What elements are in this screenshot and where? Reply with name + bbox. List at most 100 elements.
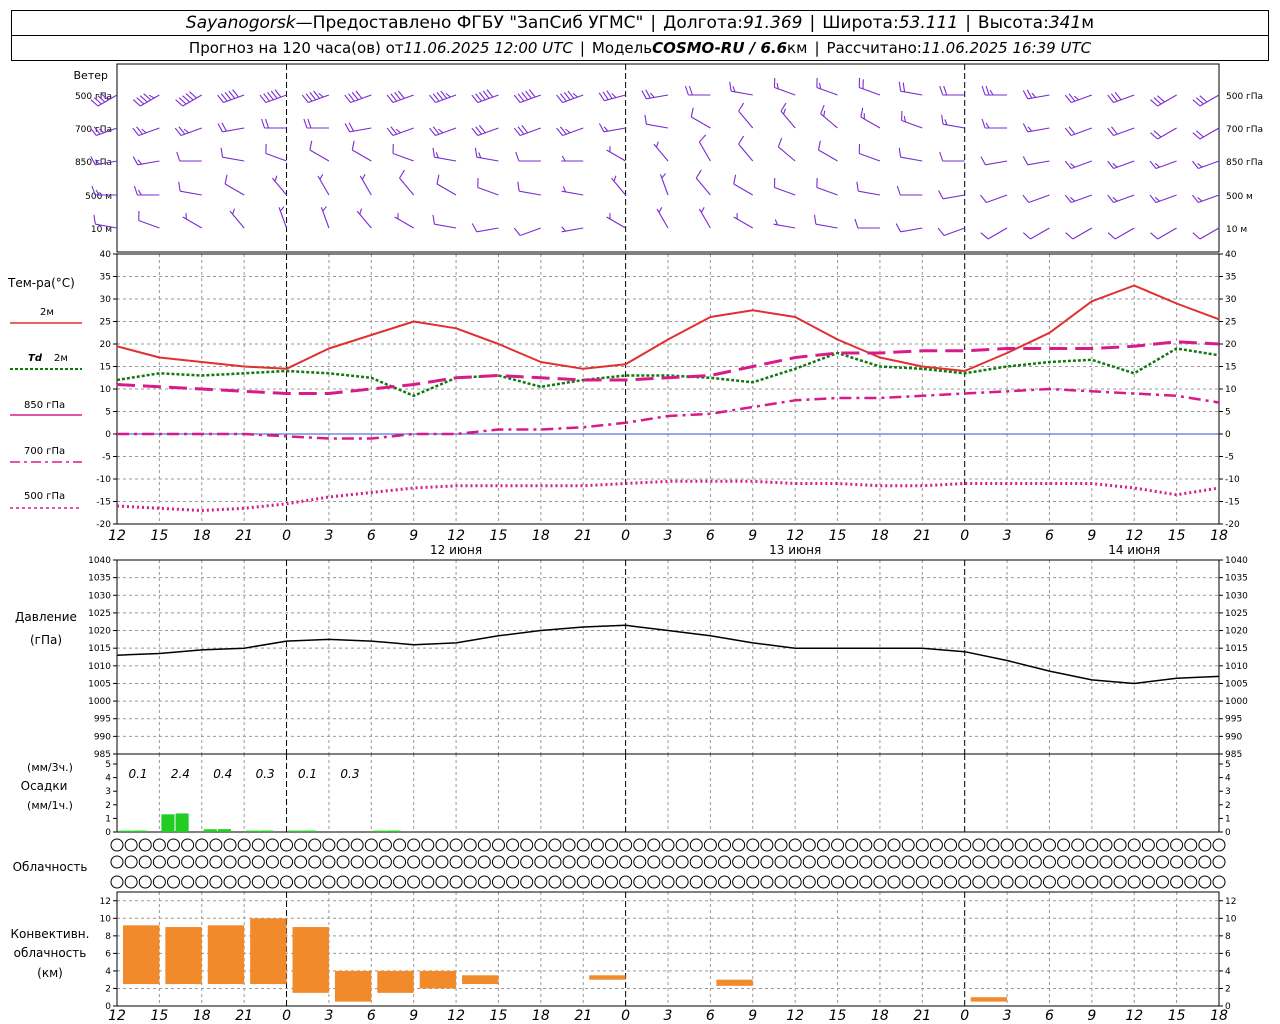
cloud-cover-symbol bbox=[1127, 838, 1141, 852]
conv-hour-label: 9 bbox=[1087, 1008, 1096, 1024]
wind-barb bbox=[182, 213, 203, 229]
cloud-cover-symbol bbox=[223, 838, 237, 852]
cloud-cover-symbol bbox=[209, 838, 223, 852]
conv-hour-label: 18 bbox=[532, 1008, 550, 1024]
cloud-cover-symbol bbox=[1042, 855, 1056, 869]
conv-bar bbox=[419, 970, 457, 989]
wind-barb bbox=[733, 213, 754, 229]
cloud-cover-symbol bbox=[463, 875, 477, 889]
wind-barb bbox=[981, 118, 1008, 129]
wind-barb bbox=[229, 208, 245, 229]
cloud-cover-symbol bbox=[336, 855, 350, 869]
cloud-cover-symbol bbox=[265, 875, 279, 889]
cloud-cover-symbol bbox=[859, 875, 873, 889]
cloud-cover-symbol bbox=[435, 838, 449, 852]
wind-barb bbox=[138, 210, 160, 229]
wind-level-label-right: 10 м bbox=[1226, 225, 1247, 235]
wind-barb bbox=[477, 177, 499, 196]
wind-barb bbox=[606, 146, 626, 162]
wind-barb bbox=[278, 206, 288, 229]
cloud-cover-symbol bbox=[986, 875, 1000, 889]
temp-tick-label-left: 25 bbox=[100, 318, 111, 328]
wind-barb bbox=[1064, 194, 1093, 204]
cloud-cover-symbol bbox=[477, 875, 491, 889]
wind-barb bbox=[1022, 227, 1050, 240]
wind-barb bbox=[729, 81, 753, 96]
cloud-cover-symbol bbox=[788, 875, 802, 889]
cloud-cover-symbol bbox=[604, 838, 618, 852]
cloud-cover-symbol bbox=[915, 875, 929, 889]
cloud-cover-symbol bbox=[831, 838, 845, 852]
wind-barb bbox=[317, 174, 330, 196]
cloud-cover-symbol bbox=[209, 855, 223, 869]
cloud-cover-symbol bbox=[463, 838, 477, 852]
temp-hour-label: 18 bbox=[1210, 528, 1228, 544]
wind-barb bbox=[980, 227, 1008, 240]
cloud-cover-symbol bbox=[845, 875, 859, 889]
legend-td-prefix: Td bbox=[28, 353, 43, 364]
cloud-cover-symbol bbox=[1000, 855, 1014, 869]
cloud-cover-symbol bbox=[972, 838, 986, 852]
pressure-tick-label-right: 1025 bbox=[1225, 609, 1248, 619]
cloud-cover-symbol bbox=[167, 838, 181, 852]
conv-tick-label-right: 6 bbox=[1225, 949, 1231, 959]
cloud-cover-symbol bbox=[181, 875, 195, 889]
cloud-cover-symbol bbox=[732, 855, 746, 869]
wind-barb bbox=[738, 135, 754, 162]
cloud-cover-symbol bbox=[845, 855, 859, 869]
cloud-cover-symbol bbox=[364, 855, 378, 869]
temp-tick-label-left: 5 bbox=[105, 408, 111, 418]
cloud-cover-symbol bbox=[1057, 855, 1071, 869]
pressure-tick-label-left: 995 bbox=[94, 715, 111, 725]
cloud-cover-symbol bbox=[1099, 838, 1113, 852]
cloud-cover-symbol bbox=[364, 875, 378, 889]
conv-tick-label-right: 10 bbox=[1225, 914, 1237, 924]
wind-barb bbox=[860, 107, 881, 129]
precip-title-top: (мм/3ч.) bbox=[27, 761, 73, 774]
cloud-cover-symbol bbox=[1113, 838, 1127, 852]
cloud-cover-symbol bbox=[901, 855, 915, 869]
temp-hour-label: 18 bbox=[193, 528, 211, 544]
cloud-cover-symbol bbox=[181, 838, 195, 852]
cloud-cover-symbol bbox=[831, 875, 845, 889]
date-label: 13 июня bbox=[769, 543, 821, 557]
pressure-tick-label-right: 1005 bbox=[1225, 679, 1248, 689]
conv-hour-label: 3 bbox=[1003, 1008, 1012, 1024]
wind-barb bbox=[598, 90, 626, 102]
cloud-cover-symbol bbox=[562, 855, 576, 869]
wind-barb bbox=[695, 169, 711, 196]
conv-hour-label: 0 bbox=[282, 1008, 291, 1024]
wind-barb bbox=[1022, 89, 1050, 100]
wind-barb bbox=[556, 90, 584, 104]
cloud-cover-symbol bbox=[308, 875, 322, 889]
wind-barb bbox=[898, 147, 923, 162]
precip-bar bbox=[217, 829, 232, 832]
precip-bar bbox=[133, 830, 147, 832]
conv-hour-label: 15 bbox=[490, 1008, 508, 1024]
wind-barb bbox=[1022, 194, 1050, 204]
precip-bar bbox=[119, 830, 133, 832]
wind-barb bbox=[344, 122, 372, 133]
conv-hour-label: 0 bbox=[621, 1008, 630, 1024]
wind-barb bbox=[898, 81, 923, 96]
precip-tick-label-left: 5 bbox=[105, 760, 111, 770]
pressure-tick-label-right: 1030 bbox=[1225, 591, 1248, 601]
conv-title-2: облачность bbox=[14, 946, 87, 960]
cloud-cover-symbol bbox=[449, 875, 463, 889]
cloud-cover-symbol bbox=[746, 875, 760, 889]
cloud-cover-symbol bbox=[788, 838, 802, 852]
wind-barb bbox=[259, 89, 287, 104]
wind-barb bbox=[980, 194, 1008, 204]
wind-barb bbox=[351, 140, 372, 162]
conv-hour-label: 18 bbox=[871, 1008, 889, 1024]
cloud-cover-symbol bbox=[1212, 838, 1226, 852]
cloud-cover-symbol bbox=[322, 875, 336, 889]
wind-barb bbox=[178, 181, 202, 196]
cloud-cover-symbol bbox=[520, 838, 534, 852]
temp-tick-label-right: 15 bbox=[1225, 363, 1236, 373]
cloud-cover-symbol bbox=[732, 875, 746, 889]
cloud-cover-symbol bbox=[195, 838, 209, 852]
cloud-cover-symbol bbox=[1028, 855, 1042, 869]
conv-hour-label: 6 bbox=[706, 1008, 715, 1024]
temp-hour-label: 12 bbox=[447, 528, 465, 544]
